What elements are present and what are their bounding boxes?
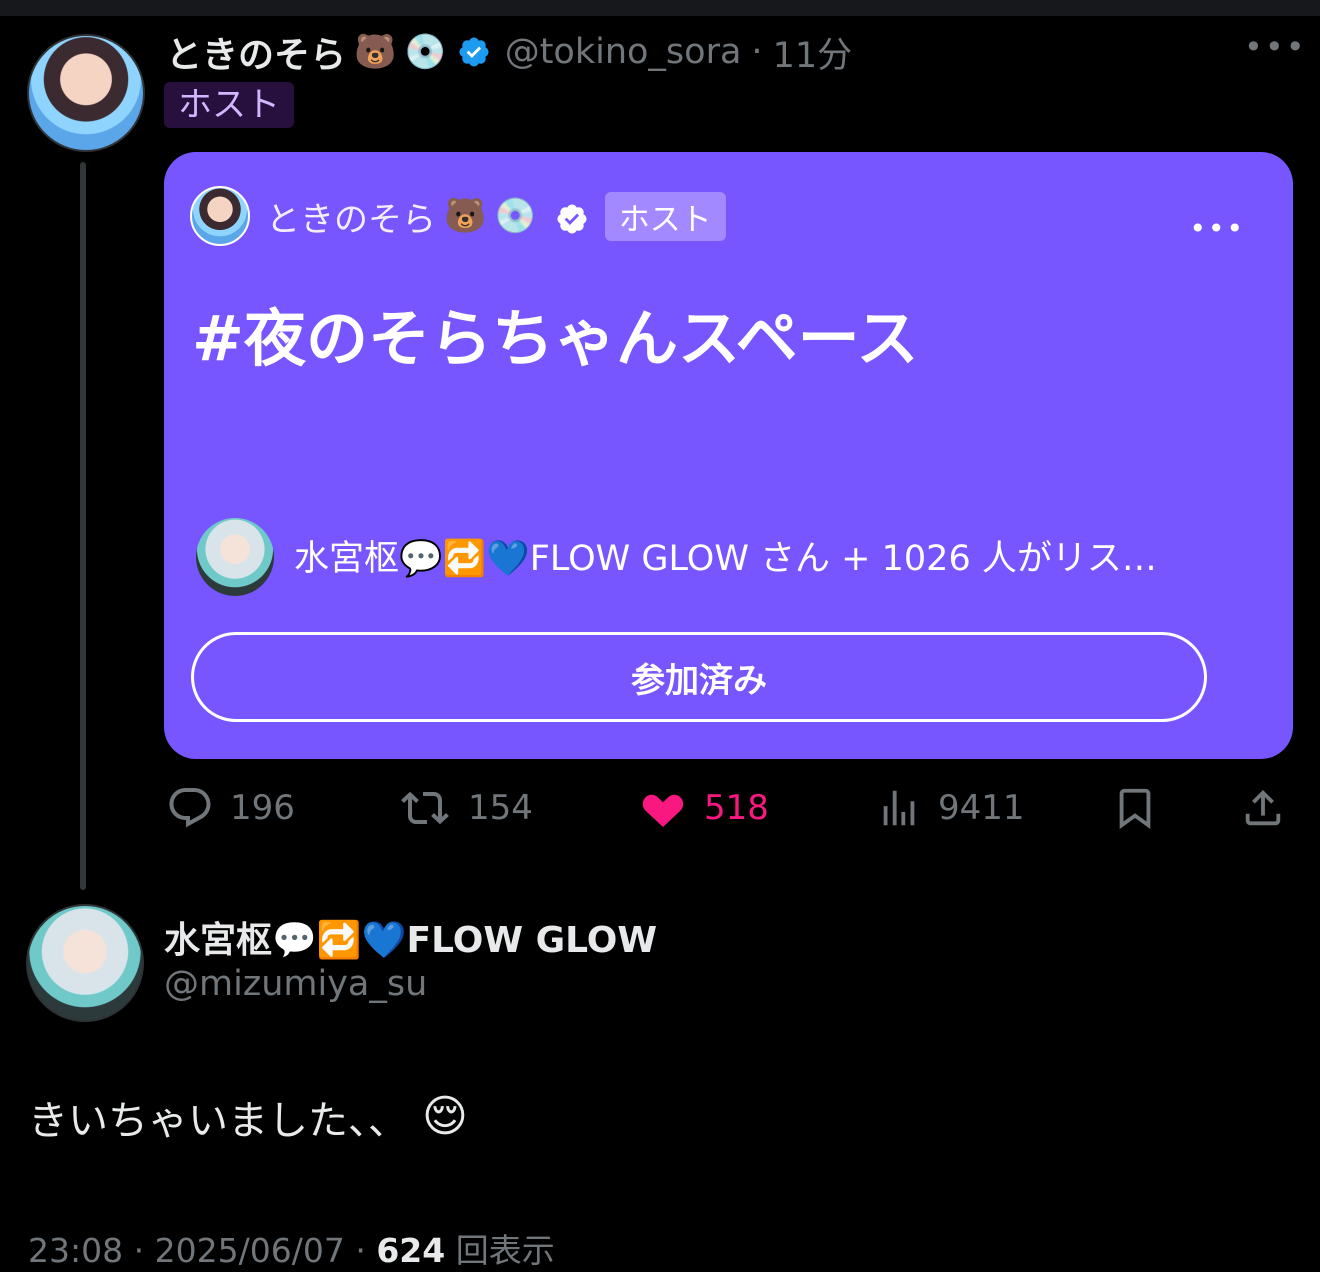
reply-author-handle[interactable]: @mizumiya_su (164, 964, 427, 1004)
avatar-mizumiya-su[interactable] (26, 904, 144, 1022)
reply-text: きいちゃいました、、 😌 (28, 1088, 468, 1146)
bookmark-action[interactable] (1112, 784, 1174, 832)
heart-icon (642, 794, 684, 827)
reply-time[interactable]: 23:08 (28, 1231, 123, 1270)
like-action[interactable]: 518 (638, 784, 769, 832)
space-more-icon[interactable]: ••• (1189, 212, 1245, 245)
joined-button[interactable]: 参加済み (191, 632, 1207, 722)
parent-tweet-header: ときのそら 🐻 💿 @tokino_sora · 11分 (166, 30, 852, 76)
space-host-avatar (190, 186, 250, 246)
space-host-badge: ホスト (604, 191, 726, 241)
views-count: 9411 (938, 788, 1025, 828)
author-name[interactable]: ときのそら (166, 26, 346, 78)
verified-badge-icon (555, 199, 589, 234)
reply-date[interactable]: 2025/06/07 (155, 1231, 345, 1270)
separator-dot: · (355, 1231, 366, 1270)
views-action[interactable]: 9411 (876, 784, 1025, 832)
reply-meta: 23:08 · 2025/06/07 · 624 回表示 (28, 1224, 555, 1272)
avatar-tokino-sora[interactable] (27, 34, 145, 152)
reply-author-name[interactable]: 水宮枢💬🔁💙FLOW GLOW (164, 911, 657, 963)
host-badge: ホスト (164, 82, 294, 128)
bear-emoji: 🐻 (354, 32, 397, 72)
retweet-action[interactable]: 154 (398, 784, 533, 832)
space-host-name: ときのそら (266, 199, 436, 240)
verified-badge-icon (457, 35, 491, 69)
separator-dot: · (751, 32, 763, 72)
thread-connector-line (80, 162, 86, 890)
listeners-summary: 水宮枢💬🔁💙FLOW GLOW さん + 1026 人がリス… (294, 539, 1157, 579)
reply-action[interactable]: 196 (166, 784, 295, 832)
top-status-strip (0, 0, 1320, 16)
more-options-icon[interactable]: ••• (1244, 28, 1307, 66)
post-time[interactable]: 11分 (773, 27, 853, 78)
share-icon (1245, 789, 1281, 826)
disc-emoji: 💿 (404, 32, 447, 72)
disc-emoji: 💿 (494, 196, 537, 236)
reply-author-row: 水宮枢💬🔁💙FLOW GLOW (164, 912, 657, 962)
space-host-row: ときのそら 🐻 💿 ホスト (266, 190, 726, 242)
reply-view-count: 624 (376, 1231, 446, 1270)
separator-dot: · (133, 1231, 145, 1270)
reply-text-content: きいちゃいました、、 (28, 1098, 408, 1144)
relieved-face-emoji: 😌 (422, 1091, 468, 1142)
reply-icon (169, 788, 211, 828)
reply-view-label: 回表示 (455, 1231, 555, 1270)
retweet-icon (401, 791, 449, 825)
listener-avatar (196, 518, 274, 596)
retweet-count: 154 (468, 788, 533, 828)
space-title: #夜のそらちゃんスペース (192, 302, 919, 375)
like-count: 518 (704, 788, 769, 828)
space-card[interactable]: ときのそら 🐻 💿 ホスト ••• #夜のそらちゃんスペース 水宮枢💬🔁💙FLO… (164, 152, 1293, 759)
reply-count: 196 (230, 788, 295, 828)
bear-emoji: 🐻 (444, 196, 487, 236)
share-action[interactable] (1240, 784, 1302, 832)
views-chart-icon (883, 790, 915, 826)
bookmark-icon (1119, 788, 1151, 829)
author-handle[interactable]: @tokino_sora (505, 32, 742, 72)
